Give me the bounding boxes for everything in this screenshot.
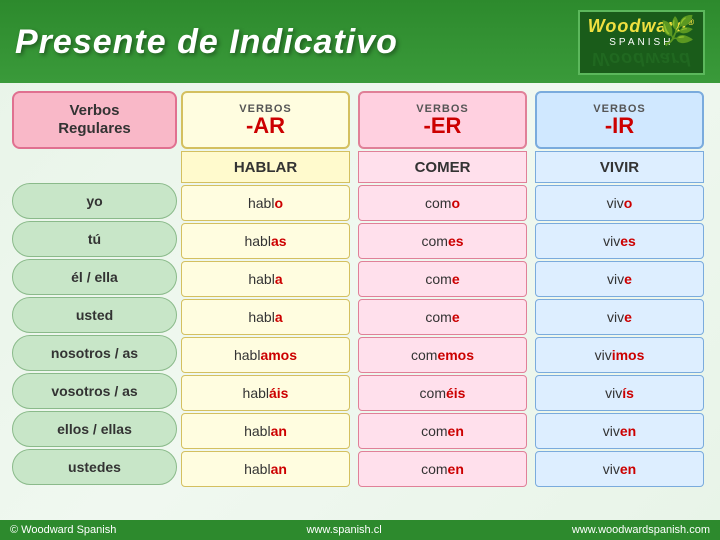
ar-conj-nosotros: hablamos [181, 337, 350, 373]
ir-example-verb: VIVIR [535, 151, 704, 183]
ar-conj-ustedes: hablan [181, 451, 350, 487]
er-conj-nosotros: comemos [358, 337, 527, 373]
footer-copyright: © Woodward Spanish [10, 524, 116, 536]
pronoun-nosotros: nosotros / as [12, 335, 177, 371]
verbos-regulares-label: Verbos Regulares [12, 91, 177, 149]
ar-conj-tu: hablas [181, 223, 350, 259]
verbos-label-line2: Regulares [58, 120, 131, 138]
ir-conj-nosotros: vivimos [535, 337, 704, 373]
ir-conj-ustedes: viven [535, 451, 704, 487]
content: Verbos Regulares yo tú él / ella usted n… [0, 83, 720, 497]
ir-conj-usted: vive [535, 299, 704, 335]
er-conj-yo: como [358, 185, 527, 221]
er-conj-vosotros: coméis [358, 375, 527, 411]
ir-conj-tu: vives [535, 223, 704, 259]
ar-conj-usted: habla [181, 299, 350, 335]
pronoun-vosotros: vosotros / as [12, 373, 177, 409]
ar-conj-ellos: hablan [181, 413, 350, 449]
ar-column: VERBOS -AR HABLAR hablo hablas habla hab… [177, 91, 354, 489]
ar-conj-yo: hablo [181, 185, 350, 221]
er-ending: -ER [424, 115, 462, 137]
verbos-label-line1: Verbos [69, 102, 119, 120]
footer: © Woodward Spanish www.spanish.cl www.wo… [0, 520, 720, 540]
er-example-verb: COMER [358, 151, 527, 183]
pronoun-yo: yo [12, 183, 177, 219]
ar-column-header: VERBOS -AR [181, 91, 350, 149]
footer-website1: www.spanish.cl [306, 524, 381, 536]
header: Presente de Indicativo Woodward® SPANISH… [0, 0, 720, 83]
ir-column: VERBOS -IR VIVIR vivo vives vive vive vi… [531, 91, 708, 489]
logo-reflection: Woodward [588, 48, 695, 69]
ir-conj-el: vive [535, 261, 704, 297]
pronoun-usted: usted [12, 297, 177, 333]
ir-column-header: VERBOS -IR [535, 91, 704, 149]
er-conj-ustedes: comen [358, 451, 527, 487]
er-column: VERBOS -ER COMER como comes come come co… [354, 91, 531, 489]
page-title: Presente de Indicativo [15, 23, 398, 62]
er-column-header: VERBOS -ER [358, 91, 527, 149]
conjugation-table: Verbos Regulares yo tú él / ella usted n… [12, 91, 708, 489]
er-conj-usted: come [358, 299, 527, 335]
ir-conj-ellos: viven [535, 413, 704, 449]
logo: Woodward® SPANISH Woodward 🌿 [578, 10, 705, 75]
pronouns-column: Verbos Regulares yo tú él / ella usted n… [12, 91, 177, 489]
ir-conj-yo: vivo [535, 185, 704, 221]
er-conj-ellos: comen [358, 413, 527, 449]
ar-conj-el: habla [181, 261, 350, 297]
ar-conj-vosotros: habláis [181, 375, 350, 411]
leaf-icon: 🌿 [660, 14, 695, 47]
pronoun-tu: tú [12, 221, 177, 257]
ar-ending-text: -AR [246, 113, 285, 138]
ir-ending: -IR [605, 115, 634, 137]
footer-website2: www.woodwardspanish.com [572, 524, 710, 536]
ar-example-verb: HABLAR [181, 151, 350, 183]
pronoun-subheader-spacer [12, 149, 177, 181]
pronoun-ustedes: ustedes [12, 449, 177, 485]
pronoun-ellos: ellos / ellas [12, 411, 177, 447]
ir-conj-vosotros: vivís [535, 375, 704, 411]
er-conj-tu: comes [358, 223, 527, 259]
ar-ending: -AR [246, 115, 285, 137]
er-conj-el: come [358, 261, 527, 297]
pronoun-el-ella: él / ella [12, 259, 177, 295]
main-container: Presente de Indicativo Woodward® SPANISH… [0, 0, 720, 540]
